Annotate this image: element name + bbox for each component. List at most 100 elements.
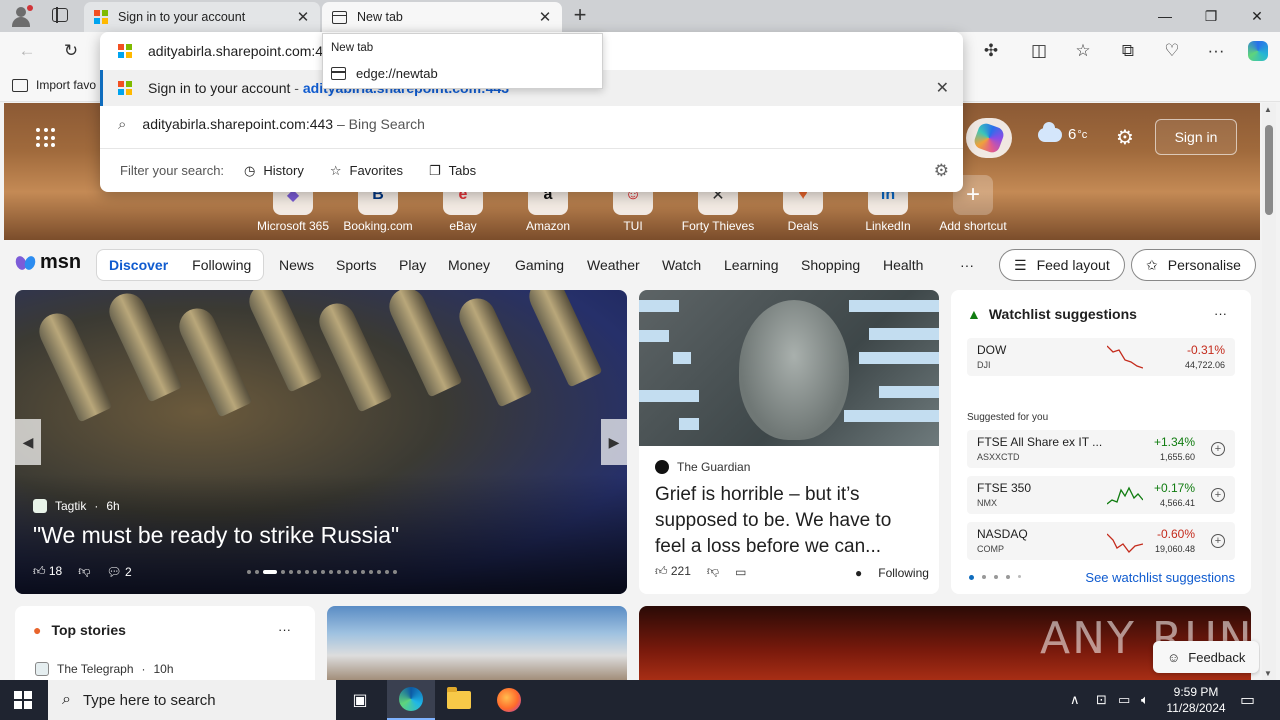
copilot-sidebar-icon[interactable] [1247, 40, 1269, 62]
weather-widget[interactable]: 6 °c [1038, 121, 1087, 143]
category-money[interactable]: Money [448, 257, 490, 273]
maximize-button[interactable]: ❐ [1188, 0, 1234, 32]
hero-story-title[interactable]: "We must be ready to strike Russia" [33, 522, 399, 549]
comments-button[interactable]: 💬︎ 2 [106, 565, 131, 579]
favorites-star-icon[interactable]: ☆ [1072, 40, 1094, 62]
hero-story-card[interactable]: ◀ ▶ Tagtik · 6h "We must be ready to str… [15, 290, 627, 594]
scroll-down-arrow-icon[interactable]: ▼ [1264, 669, 1272, 678]
tab-sign-in[interactable]: Sign in to your account ✕ [84, 2, 320, 32]
taskbar-file-explorer[interactable] [435, 680, 483, 720]
dislike-icon[interactable]: 👎︎ [78, 564, 90, 579]
feed-layout-button[interactable]: ☰ Feed layout [999, 249, 1125, 281]
sign-in-button[interactable]: Sign in [1155, 119, 1237, 155]
taskbar-edge[interactable] [387, 680, 435, 720]
filter-tabs[interactable]: ❐ Tabs [429, 163, 476, 179]
close-window-button[interactable]: ✕ [1234, 0, 1280, 32]
category-news[interactable]: News [279, 257, 314, 273]
search-icon: ⌕ [62, 691, 71, 708]
windows-start-icon[interactable] [14, 691, 32, 709]
tab-actions-icon[interactable] [52, 7, 68, 23]
hide-story-icon[interactable]: ▭ [735, 565, 746, 579]
like-button[interactable]: 👍︎ 18 [33, 564, 62, 579]
network-security-icon[interactable]: ⊡ [1096, 680, 1107, 720]
page-settings-gear-icon[interactable]: ⚙ [1116, 125, 1134, 150]
category-weather[interactable]: Weather [587, 257, 640, 273]
tabs-icon: ❐ [428, 162, 441, 178]
copilot-icon [972, 121, 1006, 155]
address-input[interactable]: adityabirla.sharepoint.com:443 [148, 43, 339, 59]
telegraph-logo-icon [35, 662, 49, 676]
tab-following[interactable]: Following [192, 257, 251, 273]
profile-button[interactable] [8, 4, 36, 28]
filter-history[interactable]: ◷ History [244, 163, 304, 179]
taskbar-firefox[interactable] [485, 680, 533, 720]
tab-close-icon[interactable]: ✕ [296, 8, 310, 26]
windows-taskbar: ⌕ Type here to search ▣ ∧ ⊡ ▭ 🔈︎ 9:59 PM… [0, 680, 1280, 720]
suggestion-bing-search[interactable]: ⌕ adityabirla.sharepoint.com:443 – Bing … [100, 106, 963, 142]
scroll-thumb[interactable] [1265, 125, 1273, 215]
taskbar-search-box[interactable]: ⌕ Type here to search [48, 680, 336, 720]
category-gaming[interactable]: Gaming [515, 257, 564, 273]
carousel-next-button[interactable]: ▶ [601, 419, 627, 465]
like-button[interactable]: 👍︎ 221 [655, 564, 691, 579]
extensions-icon[interactable]: ✣ [980, 40, 1002, 62]
copilot-button[interactable] [966, 118, 1012, 158]
tab-discover[interactable]: Discover [109, 257, 168, 273]
back-arrow-icon[interactable]: ← [16, 40, 38, 62]
dislike-icon[interactable]: 👎︎ [707, 564, 719, 579]
sparkline [1107, 486, 1143, 505]
stocks-icon: ▲ [967, 306, 981, 322]
add-to-watchlist-icon[interactable]: + [1211, 534, 1225, 548]
folder-icon [447, 687, 471, 709]
import-favorites-button[interactable]: Import favo [12, 78, 96, 92]
show-hidden-icons-chevron-icon[interactable]: ∧ [1070, 680, 1080, 720]
see-watchlist-link[interactable]: See watchlist suggestions [1085, 570, 1235, 585]
story-image-card[interactable] [327, 606, 627, 680]
category-health[interactable]: Health [883, 257, 923, 273]
taskbar-clock[interactable]: 9:59 PM 11/28/2024 [1164, 684, 1228, 716]
tab-hover-card: New tab edge://newtab [322, 33, 603, 89]
volume-icon[interactable]: 🔈︎ [1141, 680, 1149, 720]
category-watch[interactable]: Watch [662, 257, 701, 273]
carousel-prev-button[interactable]: ◀ [15, 419, 41, 465]
category-sports[interactable]: Sports [336, 257, 376, 273]
new-tab-button[interactable]: + [568, 4, 592, 28]
category-learning[interactable]: Learning [724, 257, 779, 273]
notifications-icon[interactable]: ▭ [1240, 680, 1255, 720]
browser-essentials-icon[interactable]: ♡ [1161, 40, 1183, 62]
following-indicator[interactable]: ● Following [855, 566, 929, 580]
category-shopping[interactable]: Shopping [801, 257, 860, 273]
app-launcher-icon[interactable] [36, 128, 56, 148]
stock-row-dow[interactable]: DOW DJI -0.31% 44,722.06 [967, 338, 1235, 376]
add-to-watchlist-icon[interactable]: + [1211, 442, 1225, 456]
category-play[interactable]: Play [399, 257, 426, 273]
remove-suggestion-icon[interactable]: ✕ [936, 78, 949, 98]
tab-new-tab[interactable]: New tab ✕ [322, 2, 562, 32]
add-to-watchlist-icon[interactable]: + [1211, 488, 1225, 502]
task-view-icon[interactable]: ▣ [336, 680, 384, 720]
more-categories-icon[interactable]: ··· [960, 257, 974, 273]
tab-close-icon[interactable]: ✕ [538, 8, 552, 26]
watchlist-pager[interactable] [969, 575, 1021, 580]
filter-favorites[interactable]: ☆ Favorites [330, 163, 403, 179]
watchlist-more-icon[interactable]: ··· [1214, 306, 1227, 321]
personalise-button[interactable]: ✩ Personalise [1131, 249, 1256, 281]
shortcut-label: eBay [449, 219, 477, 233]
search-settings-gear-icon[interactable]: ⚙ [934, 161, 949, 181]
stock-row[interactable]: FTSE All Share ex IT ... ASXXCTD +1.34% … [967, 430, 1235, 468]
scroll-up-arrow-icon[interactable]: ▲ [1264, 105, 1272, 114]
page-scrollbar[interactable]: ▲ ▼ [1262, 103, 1276, 680]
settings-more-icon[interactable]: ··· [1205, 40, 1227, 62]
split-screen-icon[interactable]: ◫ [1028, 40, 1050, 62]
network-icon[interactable]: ▭ [1118, 680, 1130, 720]
refresh-icon[interactable]: ↻ [60, 40, 82, 62]
stock-row[interactable]: NASDAQ COMP -0.60% 19,060.48 + [967, 522, 1235, 560]
stock-row[interactable]: FTSE 350 NMX +0.17% 4,566.41 + [967, 476, 1235, 514]
collections-icon[interactable]: ⧉ [1117, 40, 1139, 62]
top-stories-more-icon[interactable]: ··· [278, 622, 291, 637]
news-story-card[interactable]: The Guardian Grief is horrible – but it’… [639, 290, 939, 594]
feedback-button[interactable]: ☺ Feedback [1153, 641, 1260, 673]
news-story-title[interactable]: Grief is horrible – but it’s supposed to… [655, 482, 927, 560]
msn-logo[interactable]: msn [13, 251, 81, 274]
minimize-button[interactable]: — [1142, 0, 1188, 32]
